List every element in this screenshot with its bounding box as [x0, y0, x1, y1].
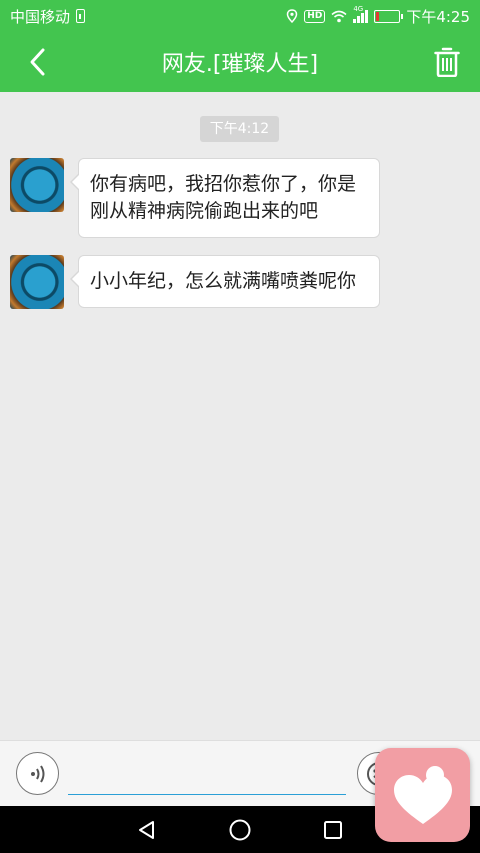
circle-home-icon: [229, 819, 251, 840]
message-row: 你有病吧，我招你惹你了，你是刚从精神病院偷跑出来的吧: [10, 158, 380, 238]
avatar[interactable]: [10, 158, 64, 212]
sim-icon: [76, 9, 86, 23]
message-input[interactable]: [68, 755, 346, 795]
delete-button[interactable]: [432, 45, 462, 79]
chat-area[interactable]: 下午4:12 你有病吧，我招你惹你了，你是刚从精神病院偷跑出来的吧 小小年纪，怎…: [0, 92, 480, 740]
message-text: 小小年纪，怎么就满嘴喷粪呢你: [78, 255, 380, 308]
message-bubble[interactable]: 你有病吧，我招你惹你了，你是刚从精神病院偷跑出来的吧: [70, 158, 380, 238]
heart-person-icon: [393, 766, 452, 824]
nav-back-button[interactable]: [127, 810, 167, 850]
status-time: 下午4:25: [406, 7, 470, 26]
signal-icon: 4G: [353, 5, 369, 23]
nav-recents-button[interactable]: [313, 810, 353, 850]
trash-icon: [434, 47, 460, 77]
back-button[interactable]: [22, 46, 52, 78]
network-tag: 4G: [353, 5, 364, 13]
status-bar: 中国移动 HD 4G 下午4:25: [0, 0, 480, 32]
title-bar: 网友.[璀璨人生]: [0, 32, 480, 92]
message-timestamp: 下午4:12: [200, 116, 279, 142]
chevron-left-icon: [30, 48, 45, 76]
battery-icon: [374, 9, 404, 23]
floating-app-button[interactable]: [375, 748, 470, 842]
hd-icon: HD: [304, 9, 326, 23]
carrier-label: 中国移动: [10, 7, 71, 26]
page-title: 网友.[璀璨人生]: [161, 52, 319, 77]
voice-icon: [30, 764, 44, 783]
message-text: 你有病吧，我招你惹你了，你是刚从精神病院偷跑出来的吧: [78, 158, 380, 238]
voice-button[interactable]: [16, 752, 59, 795]
wifi-icon: [331, 10, 347, 22]
triangle-back-icon: [138, 820, 154, 839]
square-recents-icon: [324, 820, 343, 839]
nav-home-button[interactable]: [220, 810, 260, 850]
battery-fill: [376, 11, 380, 21]
location-icon: [287, 9, 298, 23]
avatar[interactable]: [10, 255, 64, 309]
message-bubble[interactable]: 小小年纪，怎么就满嘴喷粪呢你: [70, 255, 380, 308]
message-row: 小小年纪，怎么就满嘴喷粪呢你: [10, 255, 380, 309]
